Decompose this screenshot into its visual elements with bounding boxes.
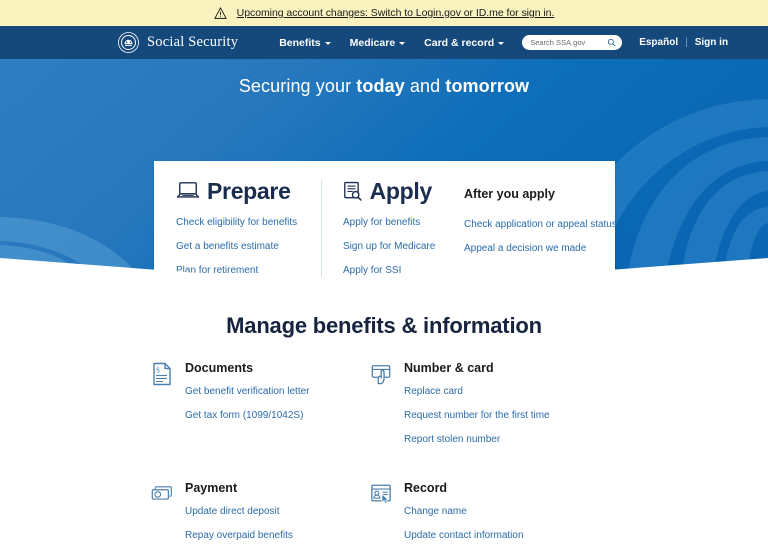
nav-item-medicare[interactable]: Medicare xyxy=(350,37,406,49)
hero-title-bold-today: today xyxy=(356,76,405,96)
document-dollar-icon: $ xyxy=(153,362,171,386)
prepare-link-check-eligibility[interactable]: Check eligibility for benefits xyxy=(176,217,307,228)
apply-link-benefits[interactable]: Apply for benefits xyxy=(343,217,432,228)
hero-title-prefix: Securing your xyxy=(238,76,357,96)
hero-title: Securing your today and tomorrow xyxy=(0,59,768,97)
apply-heading-text: Apply xyxy=(369,177,433,204)
ssa-seal-icon xyxy=(118,32,139,53)
card-link-report-stolen[interactable]: Report stolen number xyxy=(404,434,617,445)
laptop-icon xyxy=(176,182,200,198)
manage-section: Manage benefits & information $ Document… xyxy=(0,287,768,554)
search-icon[interactable] xyxy=(607,38,616,47)
main-navigation-bar: Social Security Benefits Medicare Card &… xyxy=(0,26,768,59)
record-link-contact-info[interactable]: Update contact information xyxy=(404,530,617,541)
sign-in-link[interactable]: Sign in xyxy=(695,37,728,48)
apply-link-medicare[interactable]: Sign up for Medicare xyxy=(343,241,435,252)
card-link-replace-card[interactable]: Replace card xyxy=(404,386,617,397)
language-espanol-link[interactable]: Español xyxy=(639,37,678,48)
record-cursor-icon xyxy=(371,484,391,505)
after-link-check-status[interactable]: Check application or appeal status xyxy=(464,219,617,230)
hero-title-bold-tomorrow: tomorrow xyxy=(445,76,530,96)
topic-record: Record Change name Update contact inform… xyxy=(370,481,617,554)
topic-record-title: Record xyxy=(404,481,448,495)
topic-number-and-card: Number & card Replace card Request numbe… xyxy=(370,361,617,458)
warning-triangle-icon xyxy=(213,6,227,19)
topic-payment-title: Payment xyxy=(185,481,238,495)
nav-separator: | xyxy=(685,37,688,48)
nav-right-group: Español | Sign in xyxy=(639,37,728,48)
nav-item-medicare-label: Medicare xyxy=(349,36,396,49)
chevron-down-icon xyxy=(399,41,406,45)
money-icon xyxy=(151,486,172,500)
apply-heading: Apply xyxy=(343,178,432,204)
payment-link-repay-overpaid[interactable]: Repay overpaid benefits xyxy=(185,530,351,541)
document-search-icon xyxy=(344,181,362,201)
chevron-down-icon xyxy=(498,41,505,45)
alert-banner: Upcoming account changes: Switch to Logi… xyxy=(0,0,768,26)
documents-link-verification-letter[interactable]: Get benefit verification letter xyxy=(185,386,351,397)
hero-bottom-chevron xyxy=(0,258,768,287)
prepare-heading: Prepare xyxy=(176,178,307,204)
brand-name-text: Social Security xyxy=(147,34,239,50)
alert-message-link[interactable]: Upcoming account changes: Switch to Logi… xyxy=(237,7,555,19)
topic-documents-title: Documents xyxy=(185,361,254,375)
prepare-heading-text: Prepare xyxy=(207,177,291,204)
brand-home-link[interactable]: Social Security xyxy=(118,32,238,53)
topic-number-and-card-title: Number & card xyxy=(404,361,494,375)
hero-banner: Securing your today and tomorrow Prepare… xyxy=(0,59,768,287)
search-box[interactable] xyxy=(522,35,623,50)
documents-link-tax-form[interactable]: Get tax form (1099/1042S) xyxy=(185,410,351,421)
after-link-appeal-decision[interactable]: Appeal a decision we made xyxy=(464,243,601,254)
topics-grid: $ Documents Get benefit verification let… xyxy=(151,361,617,554)
after-you-apply-heading: After you apply xyxy=(464,187,555,201)
hand-card-icon xyxy=(371,365,391,385)
search-input[interactable] xyxy=(530,38,608,47)
page-title: Manage benefits & information xyxy=(226,313,542,338)
hero-title-middle: and xyxy=(404,76,446,96)
topic-documents: $ Documents Get benefit verification let… xyxy=(151,361,351,458)
prepare-link-benefits-estimate[interactable]: Get a benefits estimate xyxy=(176,241,307,252)
payment-link-direct-deposit[interactable]: Update direct deposit xyxy=(185,506,351,517)
nav-item-benefits-label: Benefits xyxy=(279,36,321,49)
svg-text:$: $ xyxy=(156,367,160,375)
nav-item-card-and-record[interactable]: Card & record xyxy=(424,36,505,49)
nav-item-card-and-record-label: Card & record xyxy=(424,36,495,49)
chevron-down-icon xyxy=(324,41,331,45)
topic-payment: Payment Update direct deposit Repay over… xyxy=(151,481,351,554)
record-link-change-name[interactable]: Change name xyxy=(404,506,617,517)
nav-links-group: Benefits Medicare Card & record xyxy=(279,36,505,49)
nav-item-benefits[interactable]: Benefits xyxy=(279,36,331,49)
card-link-request-number[interactable]: Request number for the first time xyxy=(404,410,617,421)
